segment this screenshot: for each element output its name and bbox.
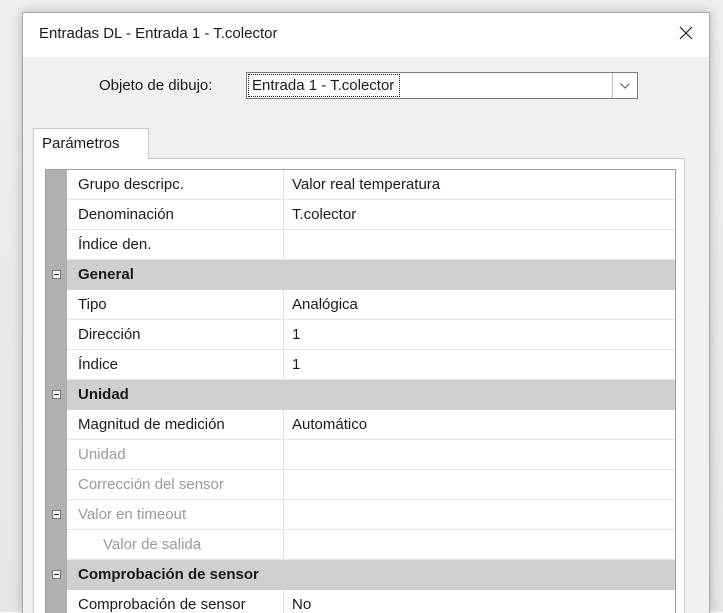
property-row[interactable]: Valor en timeout	[46, 500, 675, 530]
row-gutter	[46, 200, 67, 230]
close-button[interactable]	[663, 13, 709, 53]
property-value[interactable]: Analógica	[284, 290, 675, 320]
property-row[interactable]: Índice 1	[46, 350, 675, 380]
window-title: Entradas DL - Entrada 1 - T.colector	[39, 25, 278, 42]
row-gutter	[46, 500, 67, 530]
row-gutter	[46, 380, 67, 410]
property-name: Unidad	[67, 440, 284, 470]
title-bar: Entradas DL - Entrada 1 - T.colector	[23, 13, 709, 57]
category-row[interactable]: Unidad	[46, 380, 675, 410]
property-row[interactable]: Unidad	[46, 440, 675, 470]
close-icon	[679, 26, 693, 40]
tab-page: Grupo descripc. Valor real temperatura Den…	[33, 158, 685, 613]
row-gutter	[46, 590, 67, 613]
property-name: Dirección	[67, 320, 284, 350]
property-name: Grupo descripc.	[67, 170, 284, 200]
drawing-object-value: Entrada 1 - T.colector	[247, 74, 401, 97]
chevron-down-icon	[620, 82, 630, 89]
tab-parametros[interactable]: Parámetros	[33, 128, 149, 159]
property-value[interactable]: Automático	[284, 410, 675, 440]
property-row[interactable]: Denominación T.colector	[46, 200, 675, 230]
dropdown-button[interactable]	[612, 73, 637, 98]
properties-dialog: Entradas DL - Entrada 1 - T.colector Obj…	[22, 12, 710, 613]
property-name: Índice den.	[67, 230, 284, 260]
collapse-icon[interactable]	[52, 266, 61, 284]
row-gutter	[46, 470, 67, 500]
property-name: Comprobación de sensor	[67, 590, 284, 613]
property-row[interactable]: Tipo Analógica	[46, 290, 675, 320]
row-gutter	[46, 560, 67, 590]
property-value[interactable]: Valor real temperatura	[284, 170, 675, 200]
property-value[interactable]	[284, 230, 675, 260]
property-value[interactable]	[284, 530, 675, 560]
property-value[interactable]: T.colector	[284, 200, 675, 230]
row-gutter	[46, 410, 67, 440]
row-gutter	[46, 290, 67, 320]
row-gutter	[46, 530, 67, 560]
property-value[interactable]: No	[284, 590, 675, 613]
collapse-icon[interactable]	[52, 506, 61, 524]
property-grid: Grupo descripc. Valor real temperatura Den…	[45, 169, 676, 613]
property-row[interactable]: Grupo descripc. Valor real temperatura	[46, 170, 675, 200]
drawing-object-label: Objeto de dibujo:	[99, 77, 213, 94]
row-gutter	[46, 260, 67, 290]
property-row[interactable]: Dirección 1	[46, 320, 675, 350]
row-gutter	[46, 350, 67, 380]
row-gutter	[46, 440, 67, 470]
property-name: Denominación	[67, 200, 284, 230]
property-name: Corrección del sensor	[67, 470, 284, 500]
category-label: General	[67, 260, 675, 290]
dialog-body: Objeto de dibujo: Entrada 1 - T.colector…	[23, 57, 709, 613]
category-label: Comprobación de sensor	[67, 560, 675, 590]
property-row[interactable]: Valor de salida	[46, 530, 675, 560]
property-row[interactable]: Magnitud de medición Automático	[46, 410, 675, 440]
property-row[interactable]: Comprobación de sensor No	[46, 590, 675, 613]
row-gutter	[46, 230, 67, 260]
property-name: Valor de salida	[67, 530, 284, 560]
property-row[interactable]: Índice den.	[46, 230, 675, 260]
property-value[interactable]: 1	[284, 350, 675, 380]
property-value[interactable]	[284, 440, 675, 470]
property-value[interactable]: 1	[284, 320, 675, 350]
row-gutter	[46, 320, 67, 350]
property-value[interactable]	[284, 470, 675, 500]
property-name: Índice	[67, 350, 284, 380]
property-name: Valor en timeout	[67, 500, 284, 530]
category-label: Unidad	[67, 380, 675, 410]
category-row[interactable]: Comprobación de sensor	[46, 560, 675, 590]
property-row[interactable]: Corrección del sensor	[46, 470, 675, 500]
collapse-icon[interactable]	[52, 566, 61, 584]
row-gutter	[46, 170, 67, 200]
category-row[interactable]: General	[46, 260, 675, 290]
property-value[interactable]	[284, 500, 675, 530]
property-name: Magnitud de medición	[67, 410, 284, 440]
collapse-icon[interactable]	[52, 386, 61, 404]
property-name: Tipo	[67, 290, 284, 320]
drawing-object-select[interactable]: Entrada 1 - T.colector	[246, 72, 638, 99]
